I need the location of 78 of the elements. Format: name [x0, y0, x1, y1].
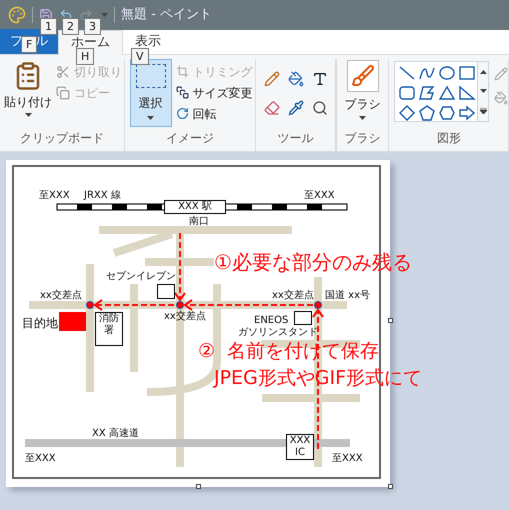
- select-button[interactable]: 選択: [130, 59, 172, 127]
- line-shape-icon[interactable]: [398, 65, 416, 81]
- map-label: 南口: [189, 217, 209, 227]
- map-label: 目的地: [22, 317, 58, 329]
- group-label: ブラシ: [344, 130, 382, 147]
- caret-icon[interactable]: [359, 116, 366, 120]
- caret-icon[interactable]: [147, 116, 154, 120]
- paint-app-icon: [8, 6, 26, 24]
- arrow-shape-icon[interactable]: [458, 105, 476, 121]
- map-label: XX 高速道: [92, 429, 139, 439]
- text-tool-icon[interactable]: [312, 71, 328, 87]
- keytip-tooltip: V: [131, 48, 149, 65]
- map-label-box: 消防署: [95, 312, 123, 346]
- crop-icon: [176, 65, 189, 78]
- redo-icon[interactable]: [79, 8, 93, 22]
- caret-icon[interactable]: [480, 88, 487, 92]
- intersection-dot: [86, 301, 94, 309]
- intersection-dot: [176, 301, 184, 309]
- resize-handle[interactable]: [388, 484, 393, 489]
- hexagon-shape-icon[interactable]: [438, 105, 456, 121]
- group-label: 図形: [436, 130, 462, 147]
- triangle-shape-icon[interactable]: [438, 85, 456, 101]
- fill-bucket-icon[interactable]: [288, 71, 304, 87]
- map-label: JRXX 線: [84, 191, 121, 201]
- paste-button[interactable]: 貼り付け: [0, 59, 56, 129]
- annotation-text: ② 名前を付けて保存: [198, 342, 380, 361]
- rectangle-shape-icon[interactable]: [458, 65, 476, 81]
- oval-shape-icon[interactable]: [438, 65, 456, 81]
- right-triangle-shape-icon[interactable]: [458, 85, 476, 101]
- scissors-icon: [56, 64, 70, 78]
- group-label: イメージ: [164, 130, 215, 147]
- keytip-tooltip: 1: [40, 18, 57, 35]
- map-label: ENEOS: [254, 316, 288, 326]
- resize-button[interactable]: サイズ変更: [176, 82, 253, 103]
- window-title: 無題 - ペイント: [121, 6, 212, 24]
- brush-icon: [346, 60, 379, 92]
- map-label-box: XXX 駅: [164, 200, 226, 214]
- map-label: 至XXX: [304, 191, 335, 201]
- map-label: 至XXX: [332, 454, 363, 464]
- group-label: クリップボード: [18, 130, 105, 147]
- keytip-tooltip: 2: [62, 18, 79, 35]
- magnifier-icon[interactable]: [312, 100, 328, 116]
- curve-shape-icon[interactable]: [418, 65, 436, 81]
- caret-icon[interactable]: [24, 113, 32, 117]
- map-label: ガソリンスタンド: [238, 328, 318, 338]
- group-label: ツール: [276, 130, 314, 147]
- rounded-rectangle-shape-icon[interactable]: [398, 85, 416, 101]
- scroll-up-icon[interactable]: [480, 70, 487, 74]
- selection-icon: [136, 64, 166, 88]
- color-picker-icon[interactable]: [288, 100, 304, 116]
- rotate-icon: [176, 107, 189, 120]
- eraser-icon[interactable]: [264, 100, 280, 116]
- destination-marker: [59, 312, 86, 331]
- map-label: xx交差点: [40, 291, 82, 301]
- diamond-shape-icon[interactable]: [398, 105, 416, 121]
- intersection-dot: [314, 301, 322, 309]
- resize-handle[interactable]: [388, 318, 393, 323]
- polygon-shape-icon[interactable]: [418, 85, 436, 101]
- resize-handle[interactable]: [196, 484, 201, 489]
- map-label: xx交差点: [164, 312, 206, 322]
- gas-station-marker: [294, 311, 312, 325]
- map-label-box: XXX IC: [286, 434, 314, 460]
- keytip-tooltip: F: [21, 36, 38, 53]
- keytip-tooltip: 3: [84, 18, 101, 35]
- map-label: 至XXX: [39, 191, 70, 201]
- map-label: xx交差点: [272, 291, 314, 301]
- rotate-button[interactable]: 回転: [176, 103, 253, 124]
- resize-icon: [176, 86, 189, 99]
- brushes-button[interactable]: ブラシ: [336, 59, 388, 129]
- gallery-more-icon[interactable]: [480, 108, 487, 114]
- pencil-icon[interactable]: [264, 71, 280, 87]
- store-marker: [157, 284, 175, 299]
- pentagon-shape-icon[interactable]: [418, 105, 436, 121]
- map-label: セブンイレブン: [106, 272, 176, 282]
- map-label: 国道 xx号: [325, 291, 370, 301]
- copy-icon: [56, 86, 70, 100]
- map-label: 至XXX: [25, 454, 56, 464]
- keytip-tooltip: H: [76, 48, 94, 65]
